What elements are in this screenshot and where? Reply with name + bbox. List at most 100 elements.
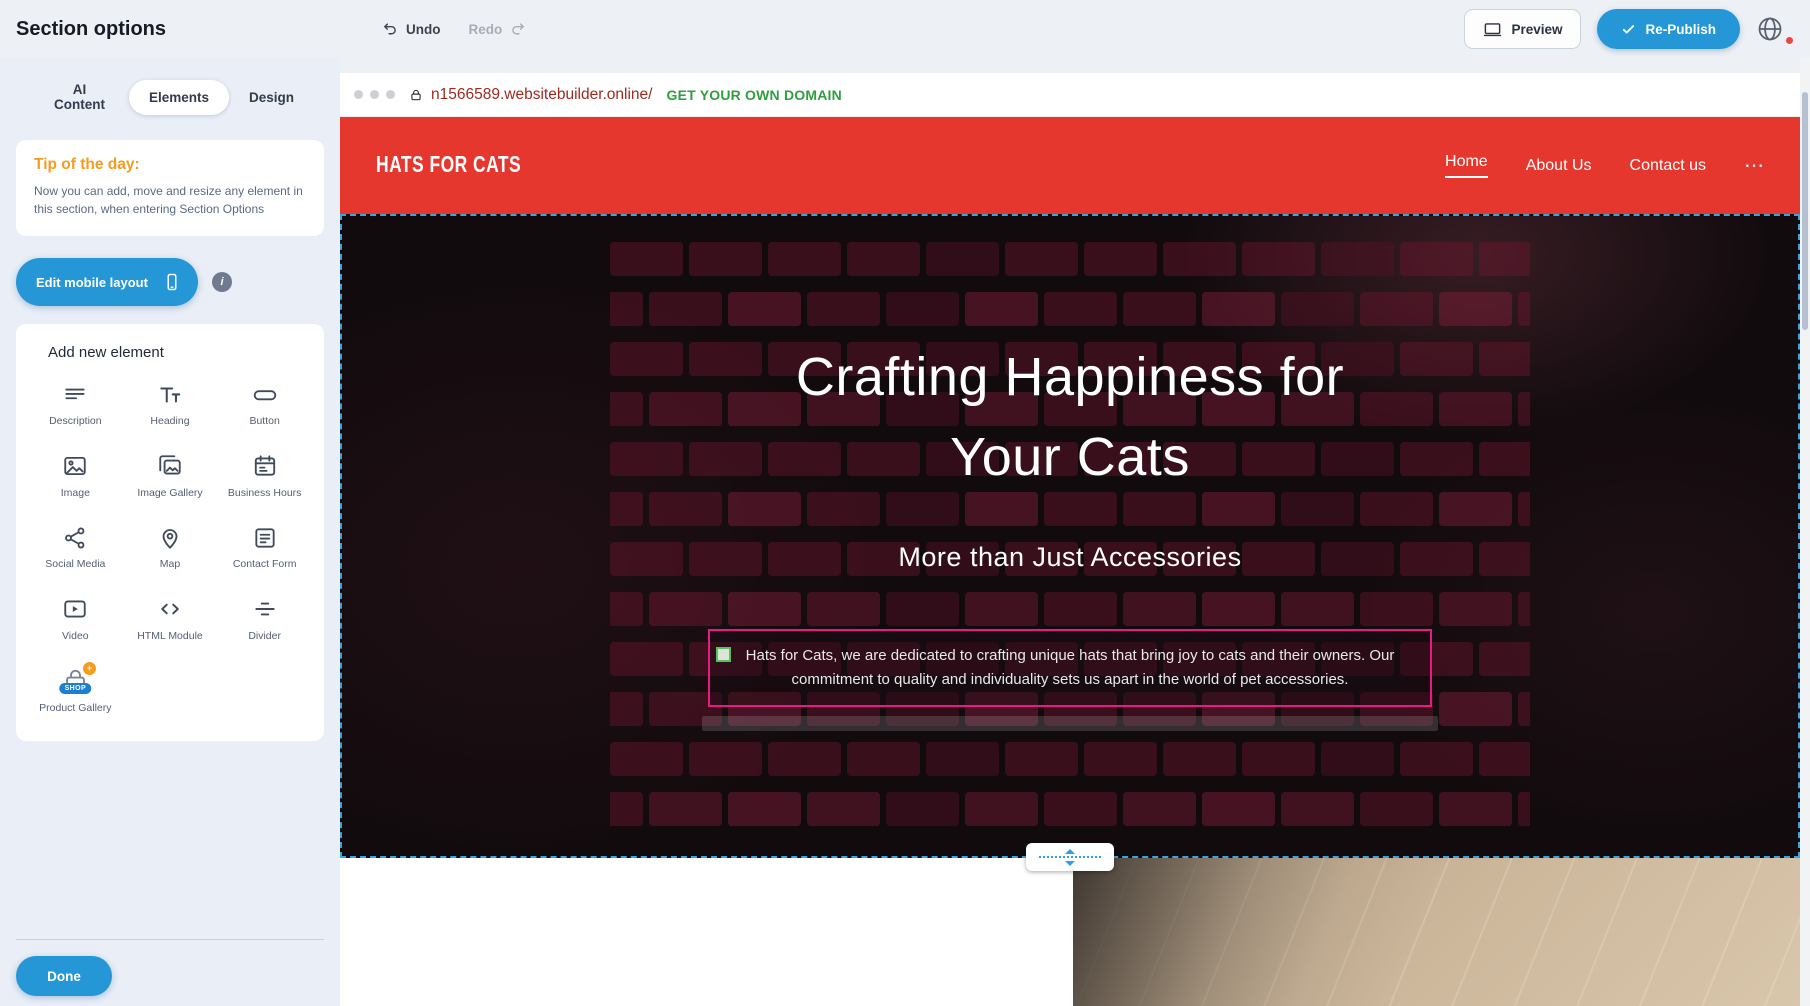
tab-elements[interactable]: Elements xyxy=(129,80,229,115)
hero-paragraph-selected[interactable]: Hats for Cats, we are dedicated to craft… xyxy=(708,629,1432,707)
next-section-preview xyxy=(340,858,1800,1006)
browser-bar: n1566589.websitebuilder.online/ GET YOUR… xyxy=(340,73,1800,117)
info-icon[interactable]: i xyxy=(212,272,232,292)
edit-mobile-layout-button[interactable]: Edit mobile layout xyxy=(16,258,198,306)
hero-content: Crafting Happiness for Your Cats More th… xyxy=(342,216,1798,856)
undo-label: Undo xyxy=(406,22,441,37)
nav-contact-us[interactable]: Contact us xyxy=(1630,157,1706,175)
app-window: Section options Undo Redo Preview xyxy=(0,0,1810,1006)
element-placeholder-strip xyxy=(702,716,1438,731)
next-section-blank xyxy=(340,858,1073,1006)
notification-badge xyxy=(1785,36,1794,45)
editor-canvas: n1566589.websitebuilder.online/ GET YOUR… xyxy=(340,73,1800,1006)
element-label: Map xyxy=(160,558,180,572)
republish-button[interactable]: Re-Publish xyxy=(1597,9,1740,49)
check-icon xyxy=(1621,22,1636,37)
preview-button[interactable]: Preview xyxy=(1464,9,1581,49)
lock-icon xyxy=(409,88,423,102)
html-module-icon xyxy=(157,596,183,623)
site-nav: Home About Us Contact us ⋯ xyxy=(1445,153,1764,178)
section-options-sidebar: AI Content Elements Design Tip of the da… xyxy=(0,58,340,1006)
undo-icon xyxy=(382,21,399,38)
scrollbar-thumb[interactable] xyxy=(1802,92,1808,330)
sidebar-footer: Done xyxy=(0,939,340,1006)
site-header: HATS FOR CATS Home About Us Contact us ⋯ xyxy=(340,117,1800,214)
page-title: Section options xyxy=(16,0,166,58)
business-hours-icon xyxy=(252,453,278,480)
element-item-social-media[interactable]: Social Media xyxy=(28,524,123,572)
site-url[interactable]: n1566589.websitebuilder.online/ xyxy=(431,86,652,104)
phone-icon xyxy=(162,272,182,292)
dotted-resize-line xyxy=(1039,856,1101,858)
monitor-icon xyxy=(1483,20,1502,39)
arrow-up-icon xyxy=(1065,849,1075,854)
window-control-dots xyxy=(354,90,395,99)
image-icon xyxy=(62,453,88,480)
element-label: HTML Module xyxy=(137,630,203,644)
element-label: Divider xyxy=(248,630,281,644)
mobile-layout-row: Edit mobile layout i xyxy=(16,258,324,306)
tab-ai-content[interactable]: AI Content xyxy=(30,72,129,122)
image-gallery-icon xyxy=(157,453,183,480)
ground-photo xyxy=(1073,858,1800,1006)
element-label: Product Gallery xyxy=(39,702,111,716)
nav-more-button[interactable]: ⋯ xyxy=(1744,153,1764,178)
republish-label: Re-Publish xyxy=(1645,22,1716,37)
tip-body: Now you can add, move and resize any ele… xyxy=(34,182,306,218)
hero-subheading[interactable]: More than Just Accessories xyxy=(898,542,1241,573)
site-logo[interactable]: HATS FOR CATS xyxy=(376,152,521,179)
description-icon xyxy=(62,381,88,408)
map-icon xyxy=(157,524,183,551)
element-label: Heading xyxy=(150,415,189,429)
element-label: Video xyxy=(62,630,89,644)
video-icon xyxy=(62,596,88,623)
element-resize-handle[interactable] xyxy=(716,647,731,662)
tip-of-the-day-card: Tip of the day: Now you can add, move an… xyxy=(16,140,324,236)
done-button[interactable]: Done xyxy=(16,956,112,996)
sidebar-tabs: AI Content Elements Design xyxy=(0,58,340,126)
element-item-business-hours[interactable]: Business Hours xyxy=(217,453,312,501)
element-item-contact-form[interactable]: Contact Form xyxy=(217,524,312,572)
undo-button[interactable]: Undo xyxy=(382,21,441,38)
get-domain-link[interactable]: GET YOUR OWN DOMAIN xyxy=(666,87,841,103)
footer-divider xyxy=(16,939,324,940)
topbar-actions: Preview Re-Publish xyxy=(1464,0,1796,58)
add-element-title: Add new element xyxy=(28,344,312,361)
hero-heading[interactable]: Crafting Happiness for Your Cats xyxy=(740,338,1400,498)
element-item-html-module[interactable]: HTML Module xyxy=(123,596,218,644)
hero-paragraph-text: Hats for Cats, we are dedicated to craft… xyxy=(734,644,1406,692)
redo-icon xyxy=(509,21,526,38)
button-icon xyxy=(252,381,278,408)
element-item-heading[interactable]: Heading xyxy=(123,381,218,429)
element-item-video[interactable]: Video xyxy=(28,596,123,644)
nav-about-us[interactable]: About Us xyxy=(1526,157,1592,175)
element-item-image[interactable]: Image xyxy=(28,453,123,501)
redo-label: Redo xyxy=(469,22,503,37)
shop-badge: SHOP xyxy=(60,683,91,694)
element-item-product-gallery[interactable]: SHOP + Product Gallery xyxy=(28,668,123,716)
history-controls: Undo Redo xyxy=(382,0,526,58)
language-globe-button[interactable] xyxy=(1756,9,1796,49)
hero-section-selected[interactable]: Crafting Happiness for Your Cats More th… xyxy=(340,214,1800,858)
product-gallery-icon: SHOP + xyxy=(62,668,89,695)
element-item-description[interactable]: Description xyxy=(28,381,123,429)
element-label: Description xyxy=(49,415,102,429)
element-item-map[interactable]: Map xyxy=(123,524,218,572)
redo-button[interactable]: Redo xyxy=(469,21,527,38)
window-dot xyxy=(370,90,379,99)
new-feature-badge: + xyxy=(83,662,96,675)
topbar: Section options Undo Redo Preview xyxy=(0,0,1810,58)
element-item-button[interactable]: Button xyxy=(217,381,312,429)
section-height-resize-handle[interactable] xyxy=(1026,843,1114,871)
tip-title: Tip of the day: xyxy=(34,156,306,174)
element-item-divider[interactable]: Divider xyxy=(217,596,312,644)
element-label: Image xyxy=(61,487,90,501)
nav-home[interactable]: Home xyxy=(1445,153,1488,178)
window-dot xyxy=(386,90,395,99)
element-grid: Description Heading Button xyxy=(28,381,312,715)
element-item-image-gallery[interactable]: Image Gallery xyxy=(123,453,218,501)
arrow-down-icon xyxy=(1065,861,1075,866)
divider-icon xyxy=(252,596,278,623)
vertical-scrollbar[interactable] xyxy=(1800,58,1810,1006)
tab-design[interactable]: Design xyxy=(229,80,314,115)
